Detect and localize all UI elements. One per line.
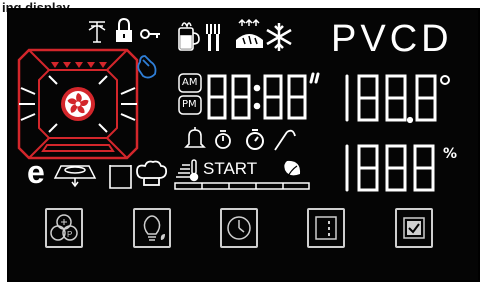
- check-icon: [403, 217, 425, 239]
- oven-display-panel: PVCD AM PM % START e P: [7, 8, 480, 282]
- bulb-icon: [143, 215, 165, 241]
- key-icon: [140, 29, 160, 39]
- beverage-icon: [178, 22, 200, 51]
- brand-letters: PVCD: [331, 18, 453, 60]
- pm-label: PM: [182, 99, 197, 110]
- am-label: AM: [182, 77, 198, 88]
- door-icon: [315, 216, 337, 240]
- pizza-icon: [53, 165, 97, 188]
- snowflake-icon: [266, 23, 292, 51]
- timer-icon: [246, 129, 264, 150]
- percentage-display: [345, 144, 435, 192]
- start-label: START: [203, 159, 258, 178]
- program-button[interactable]: P: [45, 208, 83, 248]
- clock-button[interactable]: [220, 208, 258, 248]
- confirm-button[interactable]: [395, 208, 433, 248]
- timer-icon: [215, 130, 231, 149]
- light-button[interactable]: [133, 208, 171, 248]
- utensils-icon: [206, 24, 220, 51]
- snow-program-icon: P: [50, 214, 78, 241]
- lock-icon: [116, 17, 132, 42]
- oven-cavity-icon: [17, 48, 139, 160]
- tray-icon: [109, 165, 132, 189]
- probe-icon: [274, 129, 296, 151]
- progress-bar: [174, 182, 310, 190]
- touch-hand-icon: [137, 55, 157, 79]
- percent-unit: %: [443, 146, 458, 162]
- thermometer-icon: [176, 159, 199, 182]
- bread-icon: [236, 18, 263, 48]
- leaf-icon: [284, 160, 301, 179]
- door-button[interactable]: [307, 208, 345, 248]
- eco-icon: e: [27, 154, 45, 190]
- temperature-display: [345, 74, 450, 124]
- bell-icon: [184, 127, 206, 148]
- clock-digits: [207, 72, 320, 120]
- svg-text:P: P: [67, 230, 72, 239]
- chef-hat-icon: [136, 160, 168, 186]
- antenna-icon: [88, 21, 106, 43]
- clock-icon: [227, 216, 251, 240]
